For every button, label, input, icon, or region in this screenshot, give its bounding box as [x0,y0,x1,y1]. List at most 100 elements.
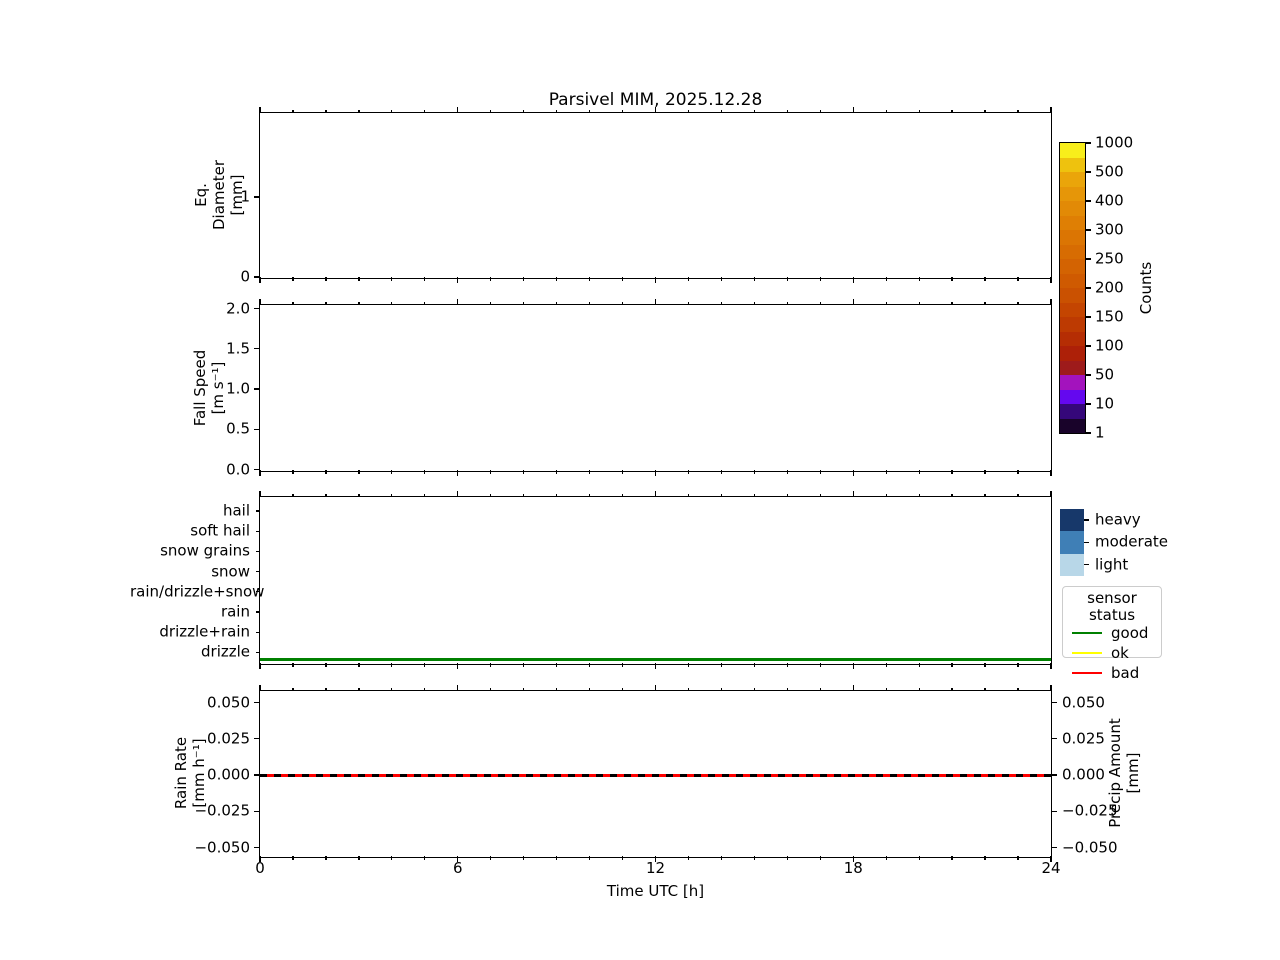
x-tick-mark [1017,687,1019,691]
x-tick-mark [292,109,294,113]
x-tick-mark [523,470,525,474]
x-tick-mark [687,109,690,113]
x-tick-mark [753,277,756,281]
colorbar-intensity-band [1060,553,1084,576]
x-tick-mark [259,491,261,497]
colorbar-counts-band [1060,172,1085,187]
x-tick-mark [292,277,294,281]
x-tick-mark [786,856,788,860]
x-tick-mark [424,856,426,860]
ytick-precip-amount-mark [1051,810,1057,812]
ytick-precip-type-label: snow grains [160,541,250,560]
colorbar-counts-band [1060,201,1085,216]
x-tick-mark [951,109,953,113]
colorbar-counts-tick-mark [1086,142,1091,144]
x-tick-mark [852,685,854,691]
x-tick-mark [523,277,525,281]
colorbar-counts-tick-label: 400 [1095,191,1124,210]
x-tick-mark [490,109,492,113]
x-tick-mark [951,277,953,281]
x-tick-mark [720,663,723,667]
x-tick-mark [621,301,624,305]
x-tick-mark [687,663,690,667]
legend-line-bad [1072,671,1102,675]
x-tick-mark [1017,663,1019,667]
x-tick-mark [490,663,492,667]
x-tick-mark [523,109,525,113]
x-tick-mark [720,301,723,305]
ytick-precip-amount-label: 0.000 [1062,765,1105,784]
ytick-fall-speed-label: 0.0 [226,460,250,478]
sensor-status-good-line [260,657,1051,661]
x-tick-mark [457,299,459,305]
colorbar-counts-tick-label: 100 [1095,336,1124,355]
x-tick-mark [753,301,756,305]
x-tick-mark [687,856,690,860]
x-tick-mark [654,470,657,476]
x-tick-mark [984,493,986,497]
x-tick-mark [918,301,920,305]
ytick-rain-rate-mark [254,774,260,776]
ytick-precip-amount-label: −0.025 [1062,801,1118,820]
x-tick-mark [984,109,986,113]
colorbar-counts-band [1060,244,1085,259]
legend-label-ok: ok [1111,643,1129,662]
x-tick-mark [555,277,558,281]
colorbar-counts-band [1060,331,1085,346]
colorbar-counts-tick-label: 50 [1095,365,1115,384]
x-tick-mark [490,277,492,281]
x-tick-mark [490,493,492,497]
x-tick-mark [654,107,657,113]
x-tick-mark [490,470,492,474]
x-tick-mark [654,663,657,669]
x-tick-mark [654,277,657,283]
sensor-status-legend: sensor status good ok bad [1062,586,1162,680]
x-tick-mark [885,687,887,691]
x-tick-mark [424,301,426,305]
x-tick-mark [325,493,327,497]
x-tick-mark [292,301,294,305]
x-tick-mark [457,491,459,497]
x-tick-mark [885,663,887,667]
x-tick-mark [259,299,261,305]
ytick-precip-type-mark [256,631,260,633]
colorbar-counts-tick-label: 1 [1095,423,1105,442]
ytick-precip-type-label: soft hail [190,521,250,540]
x-tick-mark [720,109,723,113]
x-tick-mark [819,470,821,474]
colorbar-intensity-tick-label: heavy [1095,510,1141,529]
x-tick-mark [259,277,261,283]
x-tick-mark [918,493,920,497]
x-tick-mark [391,301,393,305]
x-tick-mark [325,663,327,667]
colorbar-intensity-tick-mark [1084,563,1089,566]
colorbar-counts-tick-label: 1000 [1095,133,1134,152]
x-tick-mark [391,277,393,281]
x-tick-mark [490,301,492,305]
subplot-precip-type [259,496,1052,665]
x-tick-mark [325,109,327,113]
ytick-rain-rate-label: −0.025 [194,801,250,820]
x-tick-mark [490,856,492,860]
x-tick-mark [292,663,294,667]
ytick-precip-amount-mark [1051,774,1057,776]
ytick-precip-amount-mark [1051,738,1057,740]
colorbar-counts-tick-label: 150 [1095,307,1124,326]
x-tick-mark [555,663,558,667]
ytick-rain-rate-label: 0.050 [207,693,250,711]
x-tick-mark [555,109,558,113]
xaxis-label: Time UTC [h] [606,882,705,900]
x-tick-mark [391,493,393,497]
x-tick-mark [424,277,426,281]
x-tick-mark [424,493,426,497]
x-tick-mark [358,277,360,281]
x-tick-mark [457,470,459,476]
x-tick-mark [523,301,525,305]
colorbar-intensity-tick-mark [1084,519,1089,521]
x-tick-mark [951,687,953,691]
x-tick-mark [1017,856,1019,860]
x-tick-mark [325,277,327,281]
x-tick-mark [588,663,591,667]
ytick-eq-diameter-label: 1 [240,187,250,206]
x-tick-mark [358,493,360,497]
